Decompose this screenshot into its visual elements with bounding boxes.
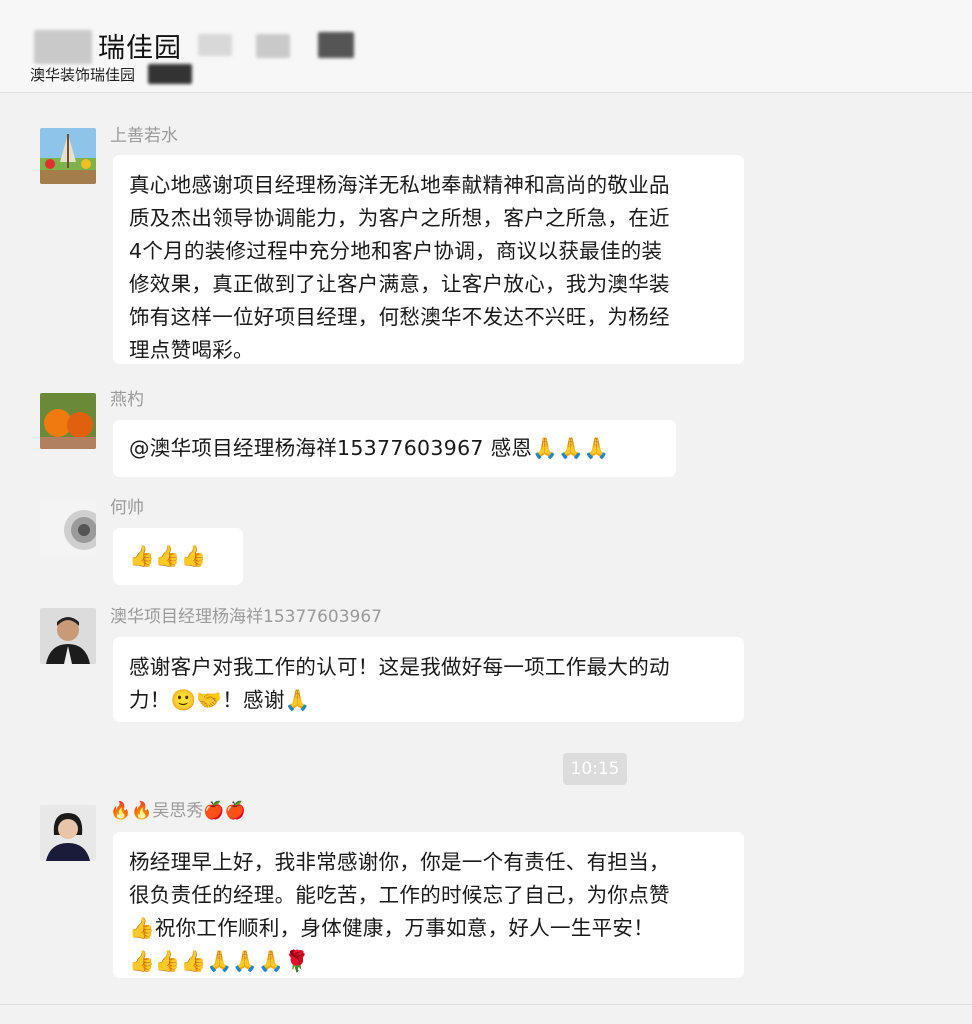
message-line: 饰有这样一位好项目经理，何愁澳华不发达不兴旺，为杨经 xyxy=(129,305,670,329)
message-line: 杨经理早上好，我非常感谢你，你是一个有责任、有担当， xyxy=(129,850,670,874)
message-line: 质及杰出领导协调能力，为客户之所想，客户之所急，在近 xyxy=(129,206,670,230)
message-line: 👍👍👍🙏🙏🙏🌹 xyxy=(129,949,310,973)
message-line: 真心地感谢项目经理杨海洋无私地奉献精神和高尚的敬业品 xyxy=(129,173,670,197)
message-line: 理点赞喝彩。 xyxy=(129,338,254,362)
avatar[interactable] xyxy=(40,128,96,184)
divider xyxy=(0,1004,972,1005)
chat-title: 瑞佳园 xyxy=(98,33,182,64)
avatar[interactable] xyxy=(40,805,96,861)
message-bubble[interactable]: 👍👍👍 xyxy=(113,528,243,585)
blurred-title-part xyxy=(256,34,290,58)
blurred-title-part xyxy=(198,34,232,56)
message-bubble[interactable]: 杨经理早上好，我非常感谢你，你是一个有责任、有担当， 很负责任的经理。能吃苦，工… xyxy=(113,832,744,978)
message-text: @澳华项目经理杨海祥15377603967 感恩🙏🙏🙏 xyxy=(129,436,610,460)
sender-name: 何帅 xyxy=(110,498,144,518)
chat-subtitle: 澳华装饰瑞佳园 xyxy=(30,66,136,84)
message-bubble[interactable]: 感谢客户对我工作的认可！这是我做好每一项工作最大的动 力！🙂🤝！感谢🙏 xyxy=(113,637,744,722)
message-line: 很负责任的经理。能吃苦，工作的时候忘了自己，为你点赞 xyxy=(129,883,670,907)
message-bubble[interactable]: 真心地感谢项目经理杨海洋无私地奉献精神和高尚的敬业品 质及杰出领导协调能力，为客… xyxy=(113,155,744,364)
blurred-avatar xyxy=(34,30,92,64)
message-line: 👍祝你工作顺利，身体健康，万事如意，好人一生平安！ xyxy=(129,916,655,940)
sender-name: 燕杓 xyxy=(110,390,144,410)
message-line: 感谢客户对我工作的认可！这是我做好每一项工作最大的动 xyxy=(129,655,670,679)
message-line: 力！🙂🤝！感谢🙏 xyxy=(129,688,311,712)
sender-name: 上善若水 xyxy=(110,126,178,146)
message-line: 修效果，真正做到了让客户满意，让客户放心，我为澳华装 xyxy=(129,272,670,296)
avatar[interactable] xyxy=(40,500,96,556)
avatar[interactable] xyxy=(40,608,96,664)
avatar[interactable] xyxy=(40,393,96,449)
sender-name: 🔥🔥吴思秀🍎🍎 xyxy=(110,801,246,821)
message-bubble[interactable]: @澳华项目经理杨海祥15377603967 感恩🙏🙏🙏 xyxy=(113,420,676,477)
timestamp: 10:15 xyxy=(563,753,627,785)
message-text: 👍👍👍 xyxy=(129,544,207,568)
message-line: 4个月的装修过程中充分地和客户协调，商议以获最佳的装 xyxy=(129,239,663,263)
sender-name: 澳华项目经理杨海祥15377603967 xyxy=(110,607,382,627)
chat-header: 瑞佳园 澳华装饰瑞佳园 xyxy=(0,0,972,93)
blurred-subtitle-part xyxy=(148,64,192,84)
blurred-title-part xyxy=(318,32,354,58)
